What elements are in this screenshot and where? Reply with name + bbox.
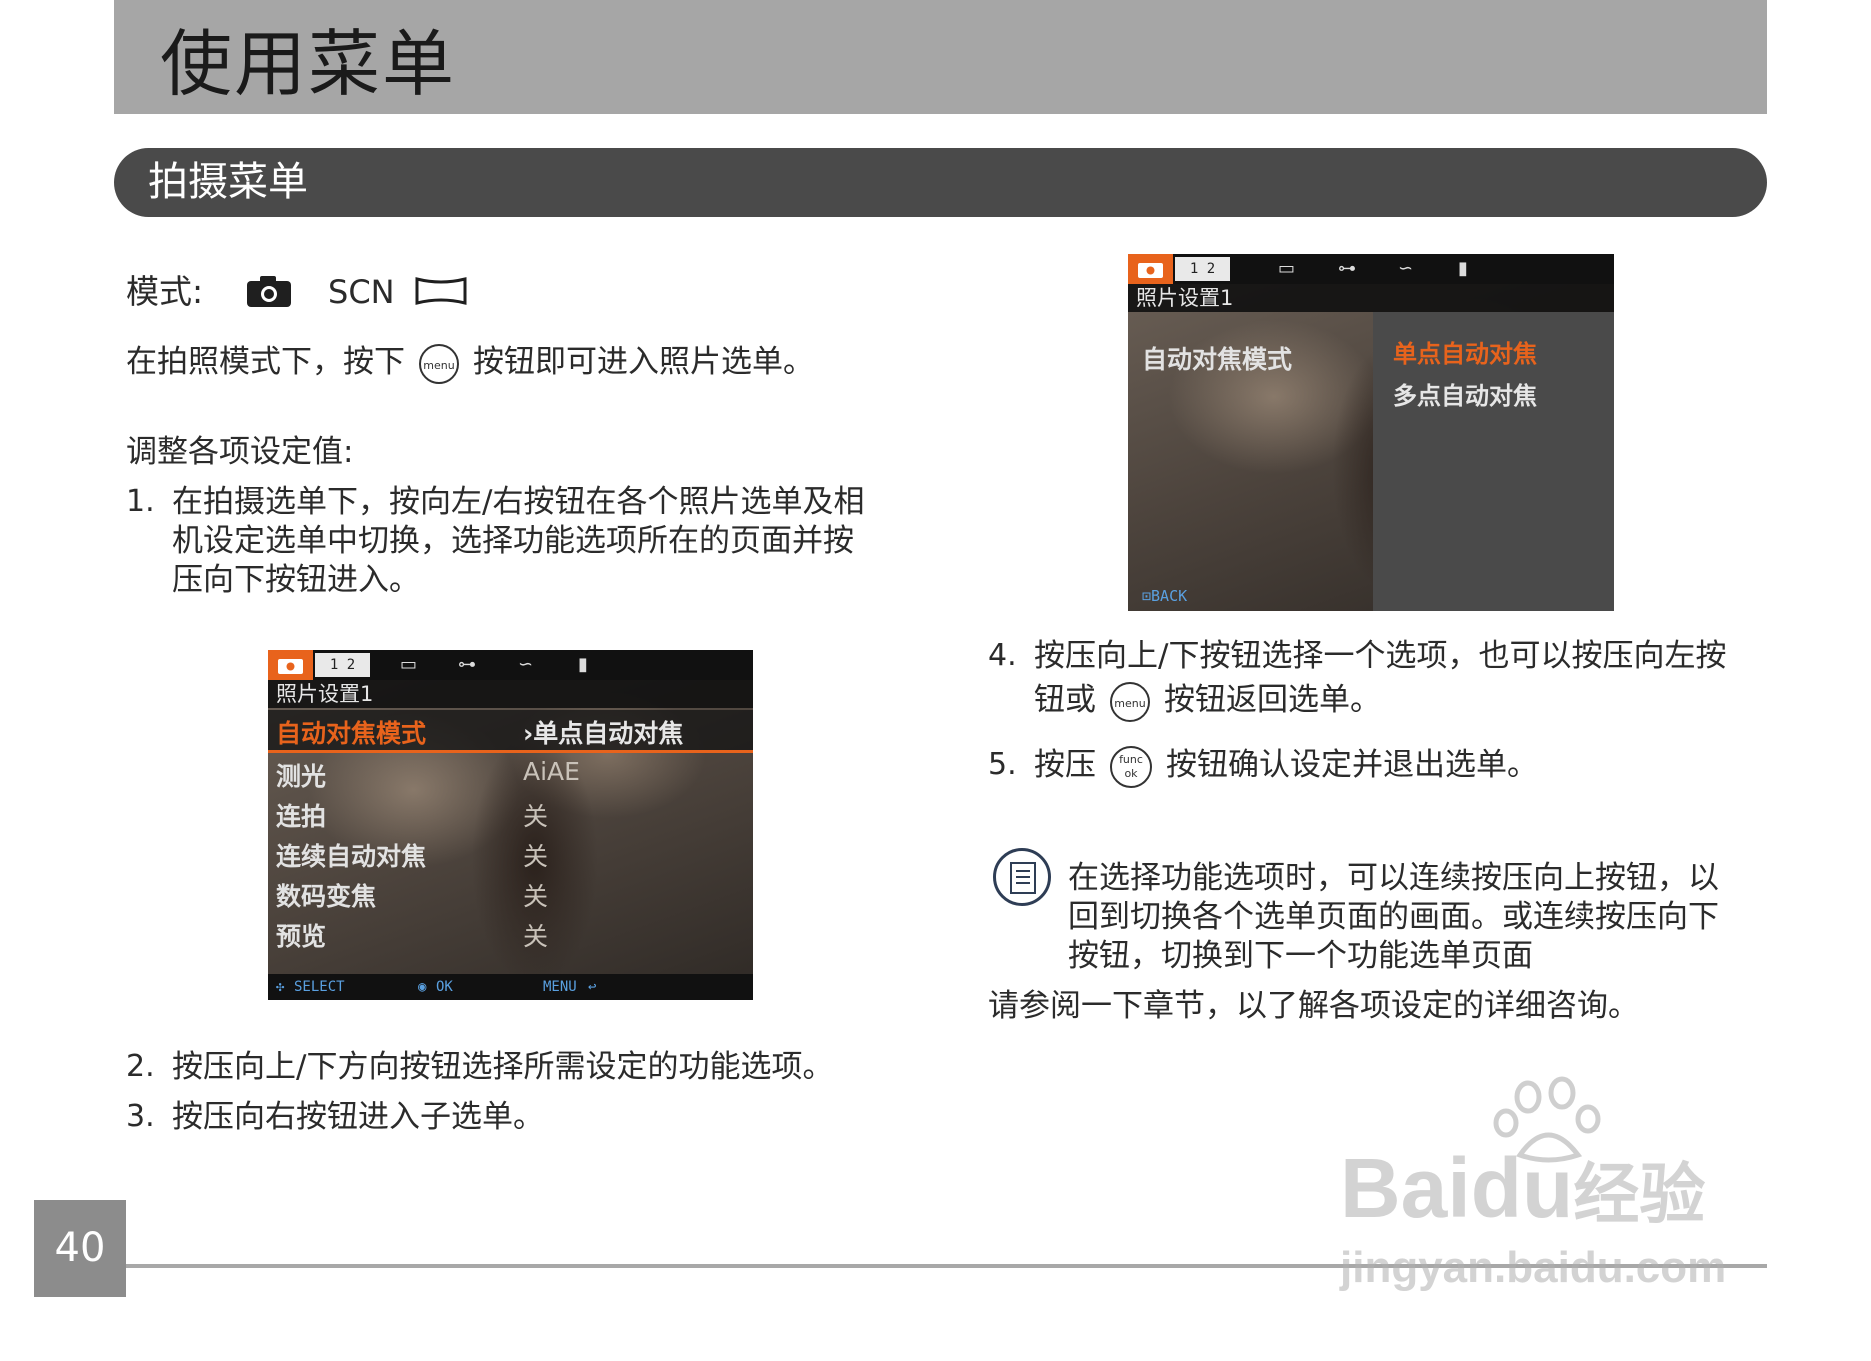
step-number: 4.: [988, 638, 1017, 673]
func-ok-button-icon: func ok: [1110, 745, 1152, 788]
screen-subtitle: 照片设置1: [1128, 284, 1614, 312]
step-1-line-1: 在拍摄选单下，按向左/右按钮在各个照片选单及相: [172, 484, 865, 520]
step-number: 3.: [126, 1099, 155, 1134]
battery-tab-icon: ▮: [1458, 258, 1468, 279]
row-value: ›单点自动对焦: [523, 719, 684, 748]
step-1-line-2: 机设定选单中切换，选择功能选项所在的页面并按: [172, 523, 854, 559]
tab-page-indicator: 1 2: [1175, 257, 1230, 281]
menu-row-selected[interactable]: 自动对焦模式 ›单点自动对焦: [268, 710, 753, 753]
tab-camera-active: [268, 650, 313, 680]
intro-line: 在拍照模式下，按下 menu 按钮即可进入照片选单。: [126, 342, 814, 384]
screen-hint-bar: ✣ SELECT ◉ OK MENU ↩: [268, 974, 753, 1000]
row-label: 数码变焦: [276, 882, 377, 911]
screen-tab-bar: 1 2 ▭ ⊶ ∽ ▮: [1128, 254, 1614, 284]
row-label: 连拍: [276, 802, 327, 831]
step-5-after: 按钮确认设定并退出选单。: [1166, 747, 1538, 783]
row-value: 关: [523, 842, 549, 871]
submenu-option[interactable]: 多点自动对焦: [1393, 376, 1537, 411]
row-label: 预览: [276, 922, 327, 951]
row-label: 自动对焦模式: [276, 719, 427, 748]
note-line-2: 回到切换各个选单页面的画面。或连续按压向下: [1068, 899, 1719, 935]
step-3-text: 按压向右按钮进入子选单。: [172, 1099, 544, 1135]
wave-tab-icon: ∽: [1398, 258, 1414, 279]
note-line-3: 按钮，切换到下一个功能选单页面: [1068, 938, 1533, 974]
screen-subtitle: 照片设置1: [268, 680, 753, 708]
panorama-icon: [415, 277, 467, 305]
func-label: func: [1119, 752, 1143, 766]
note-line: [1016, 870, 1030, 872]
hint-ok: OK: [436, 979, 453, 995]
step-4-line-1: 按压向上/下按钮选择一个选项，也可以按压向左按: [1034, 638, 1727, 674]
submenu-parent-label: 自动对焦模式: [1142, 345, 1293, 374]
menu-row[interactable]: 连拍 关: [268, 793, 753, 833]
dpad-icon: ✣: [276, 979, 285, 995]
intro-after: 按钮即可进入照片选单。: [473, 344, 814, 380]
step-5-before: 按压: [1034, 747, 1096, 783]
row-value: AiAE: [523, 757, 580, 786]
camera-tab-icon: [1138, 263, 1163, 278]
camera-menu-screen: 1 2 ▭ ⊶ ∽ ▮ 照片设置1 自动对焦模式 ›单点自动对焦 测光 AiAE 连…: [268, 650, 753, 1000]
modes-label: 模式:: [126, 272, 204, 311]
step-number: 2.: [126, 1049, 155, 1084]
frame-tab-icon: ▭: [1278, 258, 1296, 279]
step-1-line-3: 压向下按钮进入。: [172, 562, 420, 598]
camera-icon: [247, 276, 291, 307]
menu-row[interactable]: 预览 关: [268, 913, 753, 953]
key-tab-icon: ⊶: [458, 654, 476, 675]
wave-tab-icon: ∽: [518, 654, 534, 675]
hint-select: SELECT: [294, 979, 345, 995]
screen-tab-bar: 1 2 ▭ ⊶ ∽ ▮: [268, 650, 753, 680]
note-line-1: 在选择功能选项时，可以连续按压向上按钮，以: [1068, 860, 1719, 896]
battery-tab-icon: ▮: [578, 654, 588, 675]
ok-label: ok: [1124, 766, 1138, 780]
step-4-after: 按钮返回选单。: [1164, 682, 1381, 718]
hint-menu: MENU: [543, 979, 577, 995]
menu-button-icon: menu: [1110, 681, 1150, 722]
row-value: 关: [523, 802, 549, 831]
page-title: 使用菜单: [160, 22, 457, 106]
watermark-brand-c: 经验: [1573, 1157, 1706, 1231]
row-value: 关: [523, 922, 549, 951]
step-5-line: 按压 func ok 按钮确认设定并退出选单。: [1034, 745, 1538, 788]
menu-button-icon: menu: [419, 343, 459, 384]
back-hint: ⊡BACK: [1142, 587, 1187, 605]
step-4-line-2: 钮或 menu 按钮返回选单。: [1034, 680, 1381, 722]
menu-row[interactable]: 连续自动对焦 关: [268, 833, 753, 873]
step-4-before: 钮或: [1034, 682, 1096, 718]
step-2-text: 按压向上/下方向按钮选择所需设定的功能选项。: [172, 1049, 834, 1085]
step-number: 5.: [988, 747, 1017, 782]
row-value: 关: [523, 882, 549, 911]
row-label: 测光: [276, 762, 327, 791]
scn-mode-label: SCN: [328, 273, 395, 311]
frame-tab-icon: ▭: [400, 654, 418, 675]
camera-tab-icon: [278, 659, 303, 674]
key-tab-icon: ⊶: [1338, 258, 1356, 279]
return-icon: ↩: [588, 979, 597, 995]
note-line: [1016, 876, 1030, 878]
watermark-brand-a: Bai: [1340, 1141, 1471, 1235]
page-number: 40: [34, 1200, 126, 1297]
see-more-text: 请参阅一下章节，以了解各项设定的详细咨询。: [988, 988, 1639, 1024]
section-bar: [114, 148, 1767, 217]
watermark-url: jingyan.baidu.com: [1340, 1243, 1727, 1292]
watermark-brand-b: du: [1470, 1141, 1574, 1235]
submenu-options-panel: 单点自动对焦 多点自动对焦: [1373, 312, 1614, 611]
menu-row[interactable]: 数码变焦 关: [268, 873, 753, 913]
camera-submenu-screen: 1 2 ▭ ⊶ ∽ ▮ 照片设置1 自动对焦模式 单点自动对焦 多点自动对焦 ⊡…: [1128, 254, 1614, 611]
adjust-heading: 调整各项设定值:: [126, 434, 354, 470]
row-label: 连续自动对焦: [276, 842, 427, 871]
step-number: 1.: [126, 484, 155, 519]
section-title: 拍摄菜单: [148, 159, 308, 205]
tab-camera-active: [1128, 254, 1173, 284]
back-icon: ⊡: [1142, 587, 1152, 605]
back-hint-label: BACK: [1151, 587, 1188, 605]
intro-before: 在拍照模式下，按下: [126, 344, 405, 380]
note-icon: [993, 848, 1051, 906]
ok-icon: ◉: [418, 979, 427, 995]
menu-row[interactable]: 测光 AiAE: [268, 753, 753, 793]
note-line: [1016, 882, 1030, 884]
note-page-shape: [1010, 862, 1036, 894]
submenu-option-selected[interactable]: 单点自动对焦: [1393, 334, 1537, 369]
tab-page-indicator: 1 2: [315, 653, 370, 677]
